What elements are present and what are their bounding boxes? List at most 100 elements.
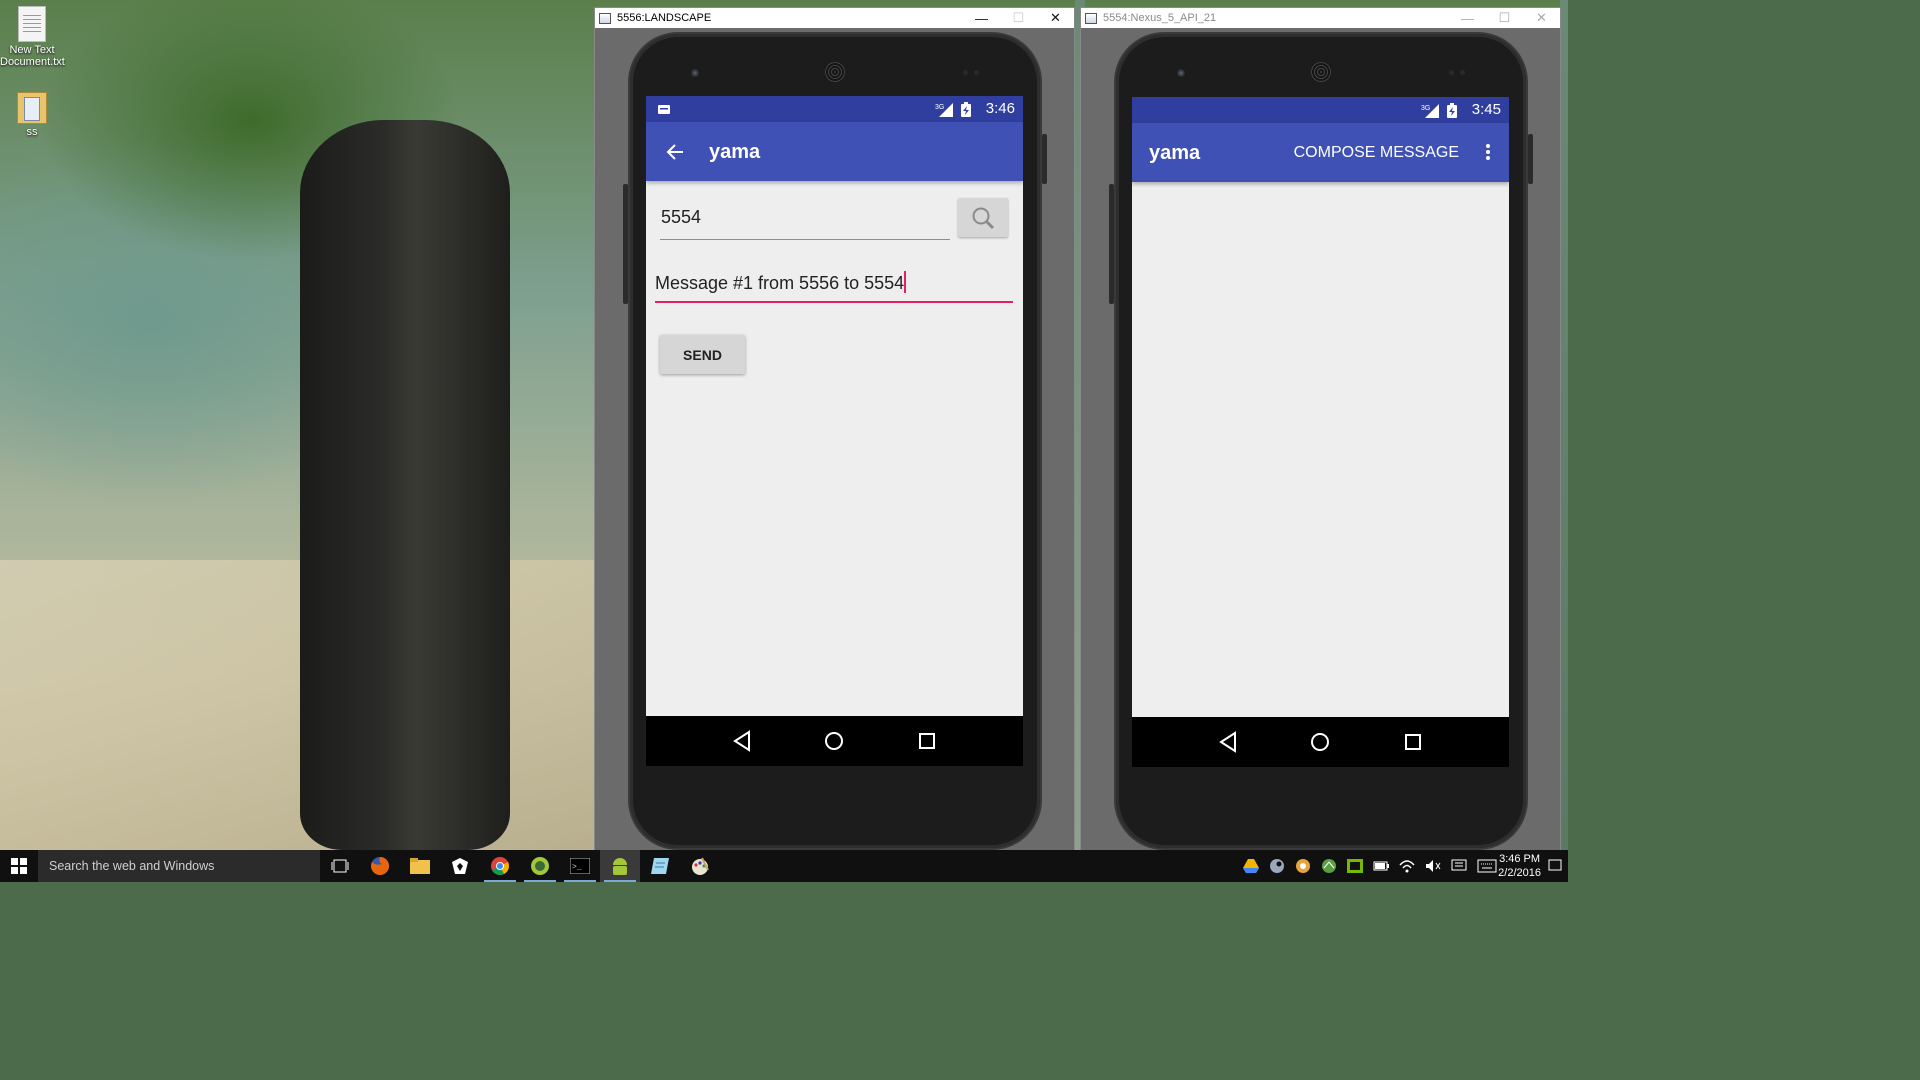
wallpaper-tree-trunk (300, 120, 510, 850)
svg-text:3G: 3G (1421, 105, 1430, 112)
chrome-icon (491, 857, 509, 875)
svg-text:3G: 3G (935, 104, 944, 111)
text-document-icon (18, 6, 46, 42)
taskbar-file-explorer[interactable] (400, 850, 440, 882)
taskbar-chrome[interactable] (480, 850, 520, 882)
close-button[interactable]: ✕ (1037, 8, 1074, 28)
sensor (1449, 70, 1454, 75)
notification-icon[interactable] (1548, 858, 1562, 874)
volume-muted-icon[interactable] (1425, 859, 1441, 873)
front-camera (690, 68, 700, 78)
maximize-button[interactable]: ☐ (1486, 8, 1523, 28)
phone-screen: 3G 3:46 yama 5554 Message #1 from 5556 t… (646, 96, 1023, 766)
status-bar: 3G 3:46 (646, 96, 1023, 122)
close-button[interactable]: ✕ (1523, 8, 1560, 28)
search-contact-button[interactable] (958, 198, 1008, 237)
google-drive-icon[interactable] (1243, 859, 1259, 873)
app-toolbar: yama COMPOSE MESSAGE (1132, 123, 1509, 182)
app-icon (452, 858, 468, 874)
android-nav-bar (1132, 717, 1509, 767)
android-nav-bar (646, 716, 1023, 766)
maximize-button[interactable]: ☐ (1000, 8, 1037, 28)
nav-back-icon[interactable] (732, 730, 752, 752)
taskbar-paint[interactable] (680, 850, 720, 882)
action-center-icon[interactable] (1451, 859, 1467, 873)
message-text: Message #1 from 5556 to 5554 (655, 273, 905, 293)
nav-recents-icon[interactable] (1403, 732, 1423, 752)
desktop-icon-text-document[interactable]: New Text Document.txt (0, 6, 65, 68)
power-button (1042, 134, 1047, 184)
sensor (963, 70, 968, 75)
overflow-menu-icon[interactable] (1485, 143, 1491, 161)
battery-charging-icon (1447, 103, 1457, 118)
desktop-icon-label: New Text Document.txt (0, 44, 65, 68)
steam-icon[interactable] (1269, 858, 1285, 874)
taskbar-notepad[interactable] (640, 850, 680, 882)
sensor (974, 70, 979, 75)
emulator-window-5554[interactable]: 5554:Nexus_5_API_21 — ☐ ✕ 3G 3:45 yama C… (1081, 8, 1560, 850)
status-time: 3:46 (985, 100, 1015, 117)
signal-3g-icon: 3G (935, 103, 953, 117)
folder-icon (17, 92, 47, 124)
volume-button (1109, 184, 1114, 304)
window-title: 5556:LANDSCAPE (617, 12, 712, 24)
start-button[interactable] (0, 850, 38, 882)
desktop-icon-label: ss (26, 126, 38, 138)
status-time: 3:45 (1471, 101, 1501, 118)
window-titlebar[interactable]: 5556:LANDSCAPE — ☐ ✕ (595, 8, 1074, 28)
keyboard-icon[interactable] (1477, 859, 1497, 873)
earpiece-speaker (1311, 62, 1331, 82)
emulator-app-icon (1085, 12, 1097, 24)
wifi-icon[interactable] (1399, 859, 1415, 873)
app-title: yama (1149, 142, 1201, 164)
back-arrow-icon[interactable] (666, 143, 684, 161)
nav-back-icon[interactable] (1218, 731, 1238, 753)
sim-card-notification-icon (658, 105, 670, 114)
compose-message-action[interactable]: COMPOSE MESSAGE (1294, 144, 1459, 162)
battery-icon[interactable] (1373, 859, 1389, 873)
nav-recents-icon[interactable] (917, 731, 937, 751)
earpiece-speaker (825, 62, 845, 82)
task-view-button[interactable] (320, 850, 360, 882)
phone-frame: 3G 3:46 yama 5554 Message #1 from 5556 t… (623, 34, 1047, 848)
phone-screen: 3G 3:45 yama COMPOSE MESSAGE (1132, 97, 1509, 767)
window-titlebar[interactable]: 5554:Nexus_5_API_21 — ☐ ✕ (1081, 8, 1560, 28)
android-tray-icon[interactable] (1321, 858, 1337, 874)
emulator-window-5556[interactable]: 5556:LANDSCAPE — ☐ ✕ 3G 3:46 yama 5554 M… (595, 8, 1074, 850)
power-button (1528, 134, 1533, 184)
taskbar-command-prompt[interactable]: >_ (560, 850, 600, 882)
app-toolbar: yama (646, 122, 1023, 181)
taskbar-firefox[interactable] (360, 850, 400, 882)
android-studio-icon (531, 857, 549, 875)
firefox-icon (371, 856, 390, 875)
minimize-button[interactable]: — (963, 8, 1000, 28)
signal-3g-icon: 3G (1421, 104, 1439, 118)
taskbar-search-box[interactable]: Search the web and Windows (38, 850, 320, 882)
desktop-icon-ss[interactable]: ss (0, 92, 64, 138)
nav-home-icon[interactable] (1309, 731, 1331, 753)
command-prompt-icon: >_ (570, 858, 590, 874)
taskbar-android-emulator[interactable] (600, 850, 640, 882)
send-button[interactable]: SEND (660, 335, 745, 374)
volume-button (623, 184, 628, 304)
phone-frame: 3G 3:45 yama COMPOSE MESSAGE (1109, 34, 1533, 848)
nvidia-icon[interactable] (1347, 859, 1363, 873)
recipient-number-field[interactable]: 5554 (660, 203, 950, 240)
task-view-icon (331, 859, 349, 873)
message-text-field[interactable]: Message #1 from 5556 to 5554 (655, 269, 1013, 303)
window-title: 5554:Nexus_5_API_21 (1103, 12, 1217, 24)
windows-logo-icon (11, 858, 27, 874)
clock-date: 2/2/2016 (1498, 867, 1541, 879)
minimize-button[interactable]: — (1449, 8, 1486, 28)
nav-home-icon[interactable] (823, 730, 845, 752)
taskbar-android-studio[interactable] (520, 850, 560, 882)
sensor (1460, 70, 1465, 75)
chrome-tray-icon[interactable] (1295, 858, 1311, 874)
paint-icon (692, 857, 709, 875)
svg-text:>_: >_ (572, 863, 582, 872)
text-cursor (904, 271, 907, 293)
taskbar-app[interactable] (440, 850, 480, 882)
folder-icon (410, 858, 430, 874)
emulator-app-icon (599, 12, 611, 24)
taskbar-clock[interactable]: 3:46 PM 2/2/2016 (1498, 852, 1541, 880)
